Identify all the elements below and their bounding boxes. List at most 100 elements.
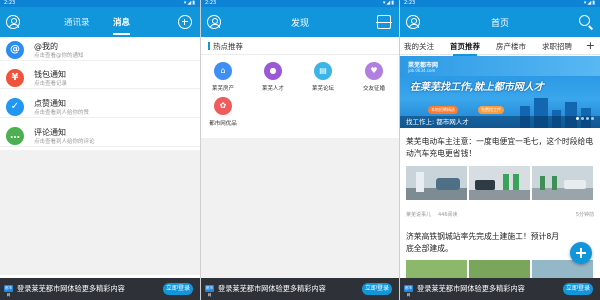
login-banner: 都市网 登录莱芜都市网体验更多精彩内容 立即登录 bbox=[0, 278, 200, 300]
news-time: 5分钟前 bbox=[575, 212, 594, 218]
list-item[interactable]: … 评论通知 点击查看到人给你的评论 bbox=[0, 124, 200, 147]
add-category-icon[interactable]: + bbox=[586, 39, 595, 52]
carousel-dot bbox=[591, 117, 594, 120]
grid-item-talent[interactable]: ● 莱芜人才 bbox=[253, 62, 293, 96]
status-time: 2:23 bbox=[4, 0, 16, 6]
add-icon[interactable] bbox=[178, 15, 192, 29]
banner-caption: 找工作上: 都市网人才 bbox=[400, 116, 600, 128]
tab-messages[interactable]: 消息 bbox=[113, 16, 131, 35]
charging-cars-image bbox=[469, 166, 530, 200]
status-icons: ▾◢▮ bbox=[583, 0, 596, 6]
news-source: 莱芜说事儿 bbox=[406, 212, 432, 218]
app-bar: 发现 bbox=[201, 7, 399, 37]
search-icon[interactable] bbox=[579, 15, 590, 26]
tab-recommended[interactable]: 首页推荐 bbox=[450, 41, 480, 56]
news-image bbox=[469, 260, 530, 278]
grid-label: 莱芜人才 bbox=[261, 86, 284, 92]
news-image bbox=[532, 166, 593, 200]
news-title[interactable]: 济莱高铁钢城站率先完成土建施工！预计8月底全部建成。 bbox=[406, 231, 566, 255]
news-thumbnails[interactable] bbox=[406, 260, 594, 278]
status-bar: 2:23 ▾◢▮ bbox=[0, 0, 200, 7]
carousel-dot bbox=[576, 117, 579, 120]
shop-icon: ✿ bbox=[214, 97, 232, 115]
item-subtitle: 点击查看记录 bbox=[34, 81, 68, 87]
login-button[interactable]: 立即登录 bbox=[362, 283, 392, 295]
news-title[interactable]: 莱芜电动车主注意：一度电便宜一毛七，这个时段给电动汽车充电更省钱！ bbox=[406, 136, 594, 160]
grid-label: 都市网优品 bbox=[209, 121, 237, 127]
login-prompt: 登录莱芜都市网体验更多精彩内容 bbox=[218, 284, 326, 293]
carousel-dots bbox=[574, 112, 594, 124]
grid-item-forum[interactable]: ▤ 莱芜论坛 bbox=[303, 62, 343, 96]
news-image bbox=[406, 166, 467, 200]
status-time: 2:23 bbox=[404, 0, 416, 6]
site-logo: 都市网 bbox=[4, 285, 13, 297]
item-subtitle: 点击查看@你的通知 bbox=[34, 53, 84, 59]
login-banner: 都市网 登录莱芜都市网体验更多精彩内容 立即登录 bbox=[400, 278, 600, 300]
status-time: 2:23 bbox=[205, 0, 217, 6]
thumbs-up-icon: ✓ bbox=[6, 98, 24, 116]
login-prompt: 登录莱芜都市网体验更多精彩内容 bbox=[17, 284, 125, 293]
charging-lot-image bbox=[532, 166, 593, 200]
tab-real-estate[interactable]: 房产楼市 bbox=[496, 41, 526, 52]
login-prompt: 登录莱芜都市网体验更多精彩内容 bbox=[417, 284, 525, 293]
grid-item-shop[interactable]: ✿ 都市网优品 bbox=[203, 97, 243, 131]
news-image bbox=[406, 260, 467, 278]
banner-caption-text: 找工作上: 都市网人才 bbox=[406, 118, 469, 126]
login-button[interactable]: 立即登录 bbox=[163, 283, 193, 295]
hero-banner[interactable]: 莱芜都市网 job.0634.com 在莱芜找工作,就上都市网人才 本地招聘精选… bbox=[400, 56, 600, 128]
carousel-dot bbox=[581, 117, 584, 120]
charging-station-image bbox=[406, 166, 467, 200]
item-subtitle: 点击查看到人给你的赞 bbox=[34, 110, 90, 116]
add-post-button[interactable] bbox=[570, 242, 592, 264]
list-item[interactable]: ✓ 点赞通知 点击查看到人给你的赞 bbox=[0, 95, 200, 118]
page-title: 发现 bbox=[290, 19, 309, 29]
tab-contacts[interactable]: 通讯录 bbox=[64, 16, 90, 28]
wallet-icon: ¥ bbox=[6, 69, 24, 87]
app-bar: 首页 bbox=[400, 7, 600, 37]
messages-screen: 2:23 ▾◢▮ 通讯录 消息 @ @我的 点击查看@你的通知 ¥ 钱包通知 点… bbox=[0, 0, 200, 300]
list-item[interactable]: @ @我的 点击查看@你的通知 bbox=[0, 38, 200, 61]
tab-jobs[interactable]: 求职招聘 bbox=[542, 41, 572, 52]
news-thumbnails[interactable] bbox=[406, 166, 594, 200]
avatar-icon[interactable] bbox=[6, 15, 20, 29]
tab-following[interactable]: 我的关注 bbox=[404, 41, 434, 52]
person-icon: ● bbox=[264, 62, 282, 80]
status-icons: ▾◢▮ bbox=[382, 0, 395, 6]
login-button[interactable]: 立即登录 bbox=[563, 283, 593, 295]
empty-area bbox=[0, 150, 200, 275]
at-icon: @ bbox=[6, 41, 24, 59]
news-image bbox=[469, 166, 530, 200]
grid-item-house[interactable]: ⌂ 莱芜房产 bbox=[203, 62, 243, 96]
banner-tag: 本地招聘精选 bbox=[428, 106, 458, 114]
news-reads: 446阅读 bbox=[438, 212, 458, 218]
grid-label: 交友征婚 bbox=[362, 86, 385, 92]
heart-icon: ♥ bbox=[365, 62, 383, 80]
site-logo: 都市网 bbox=[205, 285, 214, 297]
grid-label: 莱芜房产 bbox=[211, 86, 234, 92]
forum-icon: ▤ bbox=[314, 62, 332, 80]
comment-icon: … bbox=[6, 127, 24, 145]
status-bar: 2:23 ▾◢▮ bbox=[201, 0, 399, 7]
list-item[interactable]: ¥ 钱包通知 点击查看记录 bbox=[0, 66, 200, 89]
status-bar: 2:23 ▾◢▮ bbox=[400, 0, 600, 7]
login-banner: 都市网 登录莱芜都市网体验更多精彩内容 立即登录 bbox=[201, 278, 399, 300]
discover-screen: 2:23 ▾◢▮ 发现 热点推荐 ⌂ 莱芜房产 ● 莱芜人才 ▤ 莱芜论坛 ♥ … bbox=[201, 0, 399, 300]
carousel-dot bbox=[586, 117, 589, 120]
category-tabs: 我的关注 首页推荐 房产楼市 求职招聘 + bbox=[400, 37, 600, 56]
site-logo: 都市网 bbox=[404, 285, 413, 297]
banner-tag: 免费找工作 bbox=[478, 106, 504, 114]
banner-headline: 在莱芜找工作,就上都市网人才 bbox=[410, 82, 544, 93]
house-icon: ⌂ bbox=[214, 62, 232, 80]
page-title: 首页 bbox=[490, 19, 509, 29]
home-screen: 2:23 ▾◢▮ 首页 我的关注 首页推荐 房产楼市 求职招聘 + 莱芜都市网 … bbox=[400, 0, 600, 300]
scan-icon[interactable] bbox=[376, 15, 392, 29]
item-subtitle: 点击查看到人给你的评论 bbox=[34, 139, 95, 145]
section-title: 热点推荐 bbox=[213, 42, 243, 51]
empty-area bbox=[201, 138, 399, 278]
app-bar: 通讯录 消息 bbox=[0, 7, 200, 37]
grid-item-dating[interactable]: ♥ 交友征婚 bbox=[354, 62, 394, 96]
status-icons: ▾◢▮ bbox=[183, 0, 196, 6]
banner-logo-sub: job.0634.com bbox=[408, 68, 436, 73]
section-header: 热点推荐 bbox=[201, 37, 399, 55]
grid-label: 莱芜论坛 bbox=[311, 86, 334, 92]
